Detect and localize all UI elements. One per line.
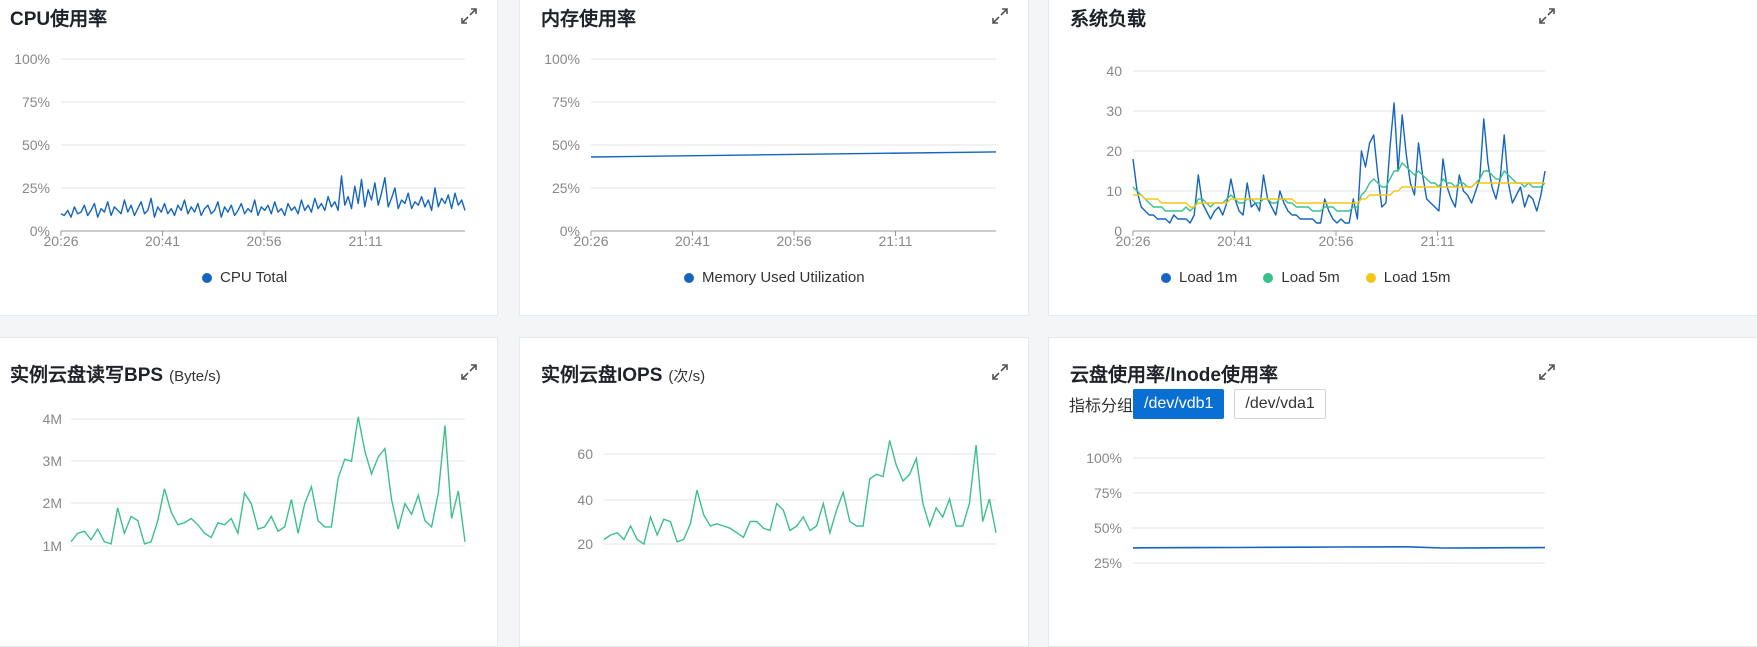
panel-title: 云盘使用率/Inode使用率 (1070, 365, 1278, 386)
legend-item[interactable]: Load 5m (1263, 269, 1340, 286)
series-line (603, 440, 997, 546)
unit-label: (次/s) (668, 368, 706, 385)
legend-item[interactable]: Load 1m (1161, 269, 1237, 286)
disk-option-vda1[interactable]: /dev/vda1 (1234, 389, 1326, 419)
x-tick-label: 20:26 (1115, 233, 1150, 249)
x-tick-label: 20:56 (1318, 233, 1353, 249)
y-tick-label: 25% (552, 180, 580, 196)
y-tick-label: 75% (22, 94, 50, 110)
x-tick-label: 20:26 (573, 233, 608, 249)
legend-label: Load 5m (1281, 269, 1340, 286)
bps-chart: 4M 3M 2M 1M (43, 411, 466, 554)
legend-item[interactable]: Load 15m (1365, 269, 1451, 286)
bps-panel: 实例云盘读写BPS (Byte/s) 4M 3M 2M 1M (0, 337, 498, 647)
y-tick-label: 75% (552, 94, 580, 110)
x-tick-label: 20:56 (776, 233, 811, 249)
x-tick-label: 20:41 (1217, 233, 1252, 249)
x-tick-label: 20:56 (246, 233, 281, 249)
y-tick-label: 40 (577, 492, 593, 508)
y-tick-label: 1M (43, 538, 62, 554)
legend-label: Memory Used Utilization (702, 269, 865, 286)
expand-icon[interactable] (990, 6, 1010, 26)
series-line (60, 175, 466, 218)
load-panel: 系统负载 40 30 20 10 0 20:26 20:41 20:56 21:11 Load … (1048, 0, 1757, 316)
panel-title: 实例云盘IOPS (次/s) (541, 365, 706, 386)
y-tick-label: 30 (1106, 103, 1122, 119)
iops-chart: 60 40 20 (577, 440, 997, 552)
y-tick-label: 40 (1106, 63, 1122, 79)
series-line (1132, 545, 1546, 549)
y-tick-label: 20 (577, 536, 593, 552)
memory-panel: 内存使用率 100% 75% 50% 25% 0% 20:26 20:41 20:56 21:1… (519, 0, 1029, 316)
chart-legend: Load 1m Load 5m Load 15m (1161, 269, 1450, 286)
x-tick-label: 21:11 (1421, 233, 1455, 249)
y-tick-label: 100% (544, 51, 580, 67)
disk-group-selector: 指标分组 /dev/vdb1 /dev/vda1 (1069, 389, 1326, 419)
y-tick-label: 10 (1106, 183, 1122, 199)
panel-title: CPU使用率 (10, 9, 108, 30)
legend-item[interactable]: Memory Used Utilization (684, 269, 865, 286)
legend-label: CPU Total (220, 269, 288, 286)
group-label: 指标分组 (1069, 398, 1134, 415)
unit-label: (Byte/s) (169, 368, 221, 385)
y-tick-label: 100% (14, 51, 50, 67)
expand-icon[interactable] (1537, 362, 1557, 382)
y-tick-label: 25% (1094, 555, 1122, 571)
expand-icon[interactable] (459, 362, 479, 382)
x-tick-label: 21:11 (879, 233, 913, 249)
x-tick-label: 21:11 (349, 233, 383, 249)
x-tick-label: 20:41 (675, 233, 710, 249)
x-tick-label: 20:41 (145, 233, 180, 249)
y-tick-label: 50% (22, 137, 50, 153)
legend-dot-icon (202, 272, 212, 283)
y-tick-label: 20 (1106, 143, 1122, 159)
chart-legend: CPU Total (202, 269, 287, 286)
y-tick-label: 25% (22, 180, 50, 196)
y-tick-label: 75% (1094, 485, 1122, 501)
cpu-chart: 100%75%50%25%0%20:26 20:41 20:56 21:11 (14, 51, 466, 249)
panel-title: 系统负载 (1070, 9, 1147, 30)
expand-icon[interactable] (1537, 6, 1557, 26)
cpu-panel: CPU使用率 100% 75% 50% 25% 0% 20:26 20:41 20:56 21:… (0, 0, 498, 316)
disk-chart: 100% 75% 50% 25% (1086, 450, 1546, 571)
expand-icon[interactable] (459, 6, 479, 26)
series-line (590, 151, 997, 158)
memory-chart: 100%75%50%25%0%20:26 20:41 20:56 21:11 (544, 51, 997, 249)
y-tick-label: 60 (577, 446, 593, 462)
y-tick-label: 100% (1086, 450, 1122, 466)
y-tick-label: 2M (43, 495, 62, 511)
legend-label: Load 15m (1383, 269, 1451, 286)
disk-option-vdb1[interactable]: /dev/vdb1 (1133, 389, 1225, 419)
chart-legend: Memory Used Utilization (684, 269, 865, 286)
legend-label: Load 1m (1179, 269, 1238, 286)
y-tick-label: 50% (1094, 520, 1122, 536)
disk-panel: 云盘使用率/Inode使用率 指标分组 /dev/vdb1 /dev/vda1 … (1048, 337, 1757, 647)
iops-panel: 实例云盘IOPS (次/s) 60 40 20 (519, 337, 1029, 647)
series-line (70, 416, 466, 545)
y-tick-label: 4M (43, 411, 62, 427)
expand-icon[interactable] (990, 362, 1010, 382)
x-tick-label: 20:26 (43, 233, 78, 249)
legend-dot-icon (1365, 272, 1376, 283)
panel-title: 内存使用率 (541, 9, 637, 30)
legend-dot-icon (1161, 272, 1171, 283)
y-tick-label: 3M (43, 453, 62, 469)
legend-dot-icon (684, 272, 694, 283)
legend-dot-icon (1263, 272, 1274, 283)
y-tick-label: 50% (552, 137, 580, 153)
legend-item[interactable]: CPU Total (202, 269, 287, 286)
load-chart: 40302010020:26 20:41 20:56 21:11 (1106, 63, 1546, 249)
panel-title: 实例云盘读写BPS (Byte/s) (10, 365, 221, 386)
